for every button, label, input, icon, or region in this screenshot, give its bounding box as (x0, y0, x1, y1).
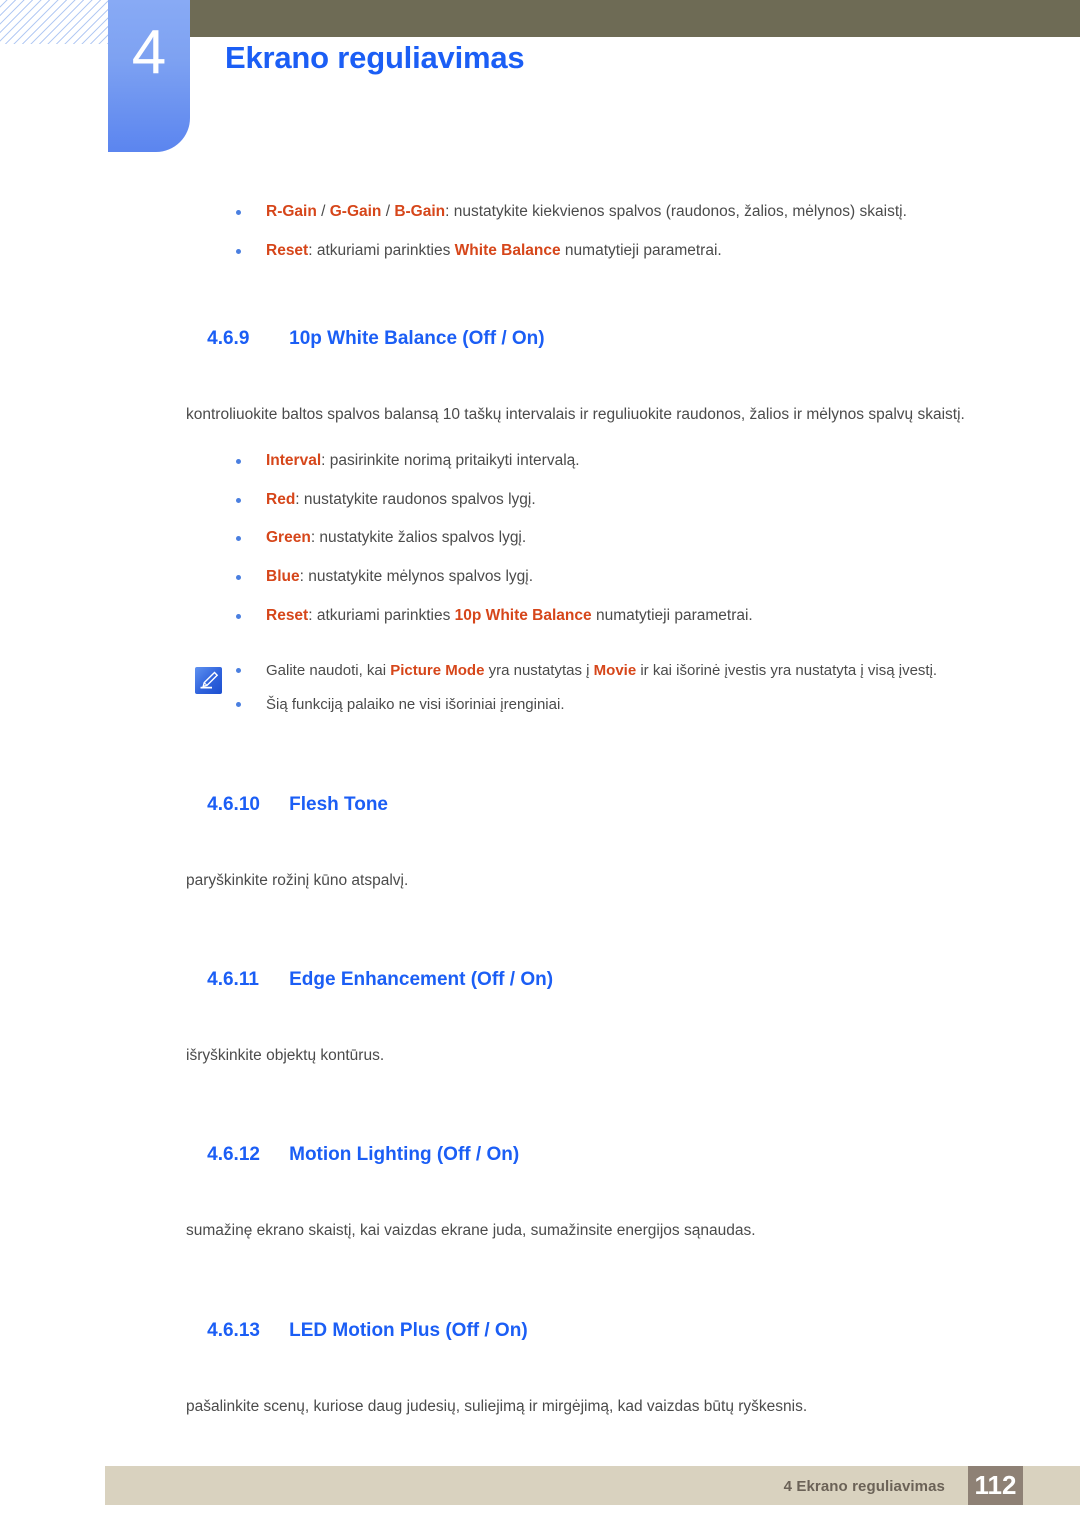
page-content: R-Gain / G-Gain / B-Gain: nustatykite ki… (186, 200, 1006, 1419)
note-item: Šią funkciją palaiko ne visi išoriniai į… (186, 693, 1006, 718)
keyword-text: Picture Mode (390, 661, 485, 679)
bullet-item: Interval: pasirinkite norimą pritaikyti … (186, 449, 1006, 474)
body-text: : nustatykite kiekvienos spalvos (raudon… (445, 203, 907, 220)
bullet-item: Reset: atkuriami parinkties 10p White Ba… (186, 604, 1006, 629)
body-text: : nustatykite raudonos spalvos lygį. (295, 490, 536, 508)
keyword-text: Blue (266, 568, 300, 586)
body-text: : nustatykite mėlynos spalvos lygį. (299, 568, 534, 586)
body-text: Šią funkciją palaiko ne visi išoriniai į… (266, 696, 565, 714)
top-bullet-list: R-Gain / G-Gain / B-Gain: nustatykite ki… (186, 200, 1006, 264)
chapter-number: 4 (131, 18, 167, 87)
body-text: ir kai išorinė įvestis yra nustatyta į v… (636, 661, 938, 679)
body-text: numatytieji parametrai. (560, 241, 722, 259)
option-bullet-list: Interval: pasirinkite norimą pritaikyti … (186, 449, 1006, 629)
body-text: : atkuriami parinkties (308, 606, 455, 624)
section-title: 10p White Balance (Off / On) (289, 327, 545, 349)
body-text: : pasirinkite norimą pritaikyti interval… (321, 451, 580, 469)
body-text: / (381, 203, 395, 220)
section-number: 4.6.12 (207, 1144, 260, 1166)
section-number: 4.6.10 (207, 794, 260, 816)
keyword-text: 10p White Balance (454, 606, 592, 624)
bullet-item: Green: nustatykite žalios spalvos lygį. (186, 526, 1006, 551)
footer-chapter-label: 4 Ekrano reguliavimas (783, 1478, 945, 1495)
corner-hatch-decoration (0, 0, 108, 44)
section-body-4-6-13: pašalinkite scenų, kuriose daug judesių,… (186, 1397, 808, 1415)
keyword-text: G-Gain (329, 203, 382, 220)
section-heading-4-6-12: 4.6.12 Motion Lighting (Off / On) (186, 1122, 1006, 1188)
note-bullet-list: Galite naudoti, kai Picture Mode yra nus… (186, 659, 1006, 719)
keyword-text: Movie (593, 661, 637, 679)
section-body-4-6-9: kontroliuokite baltos spalvos balansą 10… (186, 405, 965, 423)
section-heading-4-6-11: 4.6.11 Edge Enhancement (Off / On) (186, 947, 1006, 1013)
section-body-4-6-10: paryškinkite rožinį kūno atspalvį. (186, 872, 409, 890)
body-text: : nustatykite žalios spalvos lygį. (310, 529, 527, 547)
keyword-text: Interval (266, 451, 322, 469)
bullet-item: Blue: nustatykite mėlynos spalvos lygį. (186, 565, 1006, 590)
section-heading-4-6-10: 4.6.10 Flesh Tone (186, 772, 1006, 838)
section-title: LED Motion Plus (Off / On) (289, 1319, 528, 1341)
body-text: / (316, 203, 330, 220)
chapter-number-tab: 4 (108, 0, 190, 152)
bullet-item: R-Gain / G-Gain / B-Gain: nustatykite ki… (186, 200, 1006, 225)
section-number: 4.6.9 (207, 327, 250, 349)
section-number: 4.6.13 (207, 1319, 260, 1341)
section-body-4-6-11: išryškinkite objektų kontūrus. (186, 1047, 385, 1065)
section-title: Edge Enhancement (Off / On) (289, 969, 554, 991)
keyword-text: Red (266, 490, 296, 508)
keyword-text: Reset (266, 241, 309, 259)
body-text: numatytieji parametrai. (591, 606, 753, 624)
section-body-4-6-12: sumažinę ekrano skaistį, kai vaizdas ekr… (186, 1222, 756, 1240)
chapter-title: Ekrano reguliavimas (225, 40, 525, 75)
keyword-text: Green (266, 529, 311, 547)
section-heading-4-6-9: 4.6.9 10p White Balance (Off / On) (186, 306, 1006, 372)
keyword-text: B-Gain (394, 203, 446, 220)
footer-page-number: 112 (968, 1466, 1023, 1505)
note-block: Galite naudoti, kai Picture Mode yra nus… (186, 659, 1006, 719)
keyword-text: Reset (266, 606, 309, 624)
bullet-item: Red: nustatykite raudonos spalvos lygį. (186, 488, 1006, 513)
section-number: 4.6.11 (207, 969, 259, 991)
section-title: Motion Lighting (Off / On) (289, 1144, 520, 1166)
body-text: yra nustatytas į (484, 661, 594, 679)
note-item: Galite naudoti, kai Picture Mode yra nus… (186, 659, 1006, 684)
header-olive-bar (185, 0, 1080, 37)
keyword-text: R-Gain (266, 203, 317, 220)
section-heading-4-6-13: 4.6.13 LED Motion Plus (Off / On) (186, 1298, 1006, 1364)
bullet-item: Reset: atkuriami parinkties White Balanc… (186, 239, 1006, 264)
section-title: Flesh Tone (289, 794, 389, 816)
body-text: : atkuriami parinkties (308, 241, 455, 259)
body-text: Galite naudoti, kai (266, 661, 391, 679)
keyword-text: White Balance (454, 241, 561, 259)
